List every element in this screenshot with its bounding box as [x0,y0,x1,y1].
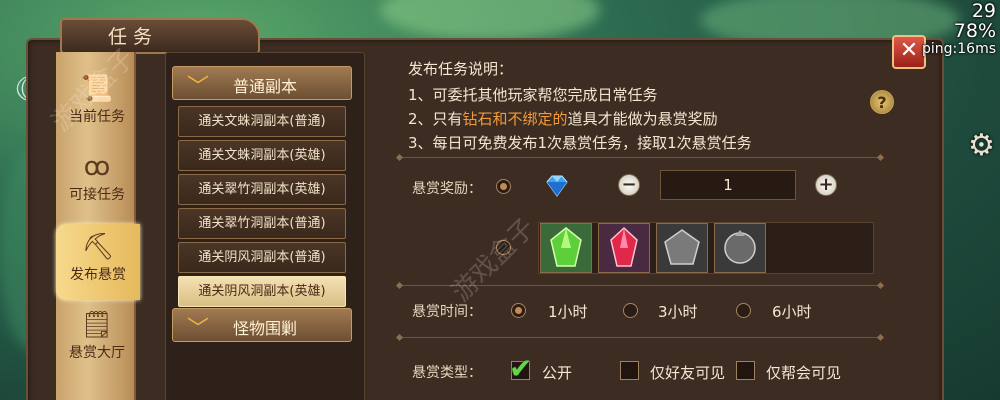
type-guild-checkbox[interactable] [736,361,755,380]
dungeon-item[interactable]: 通关阴风洞副本(普通) [178,242,346,273]
increase-button[interactable]: + [815,174,837,196]
sidebar-item-label: 可接任务 [69,187,125,203]
decrease-button[interactable]: − [618,174,640,196]
item-slot[interactable] [540,223,592,273]
swirl-icon: ꝏ [83,152,111,182]
dungeon-item[interactable]: 通关文蛛洞副本(普通) [178,106,346,137]
time-option-label: 3小时 [658,303,698,321]
dungeon-item[interactable]: 通关文蛛洞副本(英雄) [178,140,346,171]
reward-label: 悬赏奖励： [412,181,482,197]
diamond-icon [546,175,568,197]
title-bar [60,18,260,54]
category-label: 怪物围剿 [233,319,298,338]
sidebar-item-bounty-hall[interactable]: 🗒 悬赏大厅 [56,302,138,378]
sidebar-item-publish-bounty[interactable]: ⛏ 发布悬赏 [56,224,140,300]
item-slot[interactable] [598,223,650,273]
close-button[interactable]: ✕ [892,35,926,69]
divider [400,337,880,338]
fps-counter: 29 [971,0,996,22]
dungeon-item[interactable]: 通关翠竹洞副本(英雄) [178,174,346,205]
type-label: 悬赏类型： [412,365,482,381]
category-normal-dungeon[interactable]: ﹀ 普通副本 [172,66,352,100]
item-slot[interactable] [656,223,708,273]
time-option-label: 6小时 [772,303,812,321]
background-foliage [380,0,600,40]
red-gem-icon [610,226,638,267]
quantity-field[interactable]: 1 [660,170,796,200]
category-monster-hunt[interactable]: ﹀ 怪物围剿 [172,308,352,342]
item-slot[interactable] [714,223,766,273]
checkmark-icon: ✔ [509,352,533,385]
notice-icon: 🗒 [80,310,114,340]
grey-pentagon-stone-icon [664,229,700,265]
chevron-down-icon: ﹀ [187,75,210,100]
time-option-radio[interactable] [736,303,751,318]
type-option-label: 仅好友可见 [650,364,726,382]
green-gem-icon [550,227,582,267]
description-title: 发布任务说明： [408,60,514,78]
description-line-3: 3、每日可免费发布1次悬赏任务，接取1次悬赏任务 [408,134,752,152]
description-line-2-prefix: 2、只有 [408,110,463,128]
status-hud: 29 78% ping:16ms [922,0,996,57]
description-line-1: 1、可委托其他玩家帮您完成日常任务 [408,86,658,104]
dungeon-item-selected[interactable]: 通关阴风洞副本(英雄) [178,276,346,307]
sidebar-item-available-tasks[interactable]: ꝏ 可接任务 [56,144,138,220]
category-label: 普通副本 [233,77,298,96]
description-line-2: 2、只有钻石和不绑定的道具才能做为悬赏奖励 [408,108,718,129]
dungeon-item[interactable]: 通关翠竹洞副本(普通) [178,208,346,239]
time-option-radio[interactable] [623,303,638,318]
description-line-2-suffix: 道具才能做为悬赏奖励 [567,110,718,128]
chevron-down-icon: ﹀ [187,317,210,342]
description-highlight: 钻石和不绑定的 [462,110,568,128]
divider [400,157,880,158]
type-option-label: 仅帮会可见 [766,364,842,382]
type-friends-checkbox[interactable] [620,361,639,380]
sidebar-item-label: 悬赏大厅 [69,345,125,361]
close-icon: ✕ [899,38,919,63]
reward-diamond-radio[interactable] [496,179,511,194]
sidebar-item-label: 发布悬赏 [70,267,126,283]
time-option-radio[interactable] [511,303,526,318]
gear-icon[interactable]: ⚙ [968,128,995,163]
shovel-icon: ⛏ [81,232,115,262]
ping-readout: ping:16ms [922,40,996,57]
battery-level: 78% [953,19,996,42]
time-option-label: 1小时 [548,303,588,321]
type-option-label: 公开 [542,364,573,382]
help-button[interactable]: ? [870,90,894,114]
grey-orb-stone-icon [724,230,756,264]
